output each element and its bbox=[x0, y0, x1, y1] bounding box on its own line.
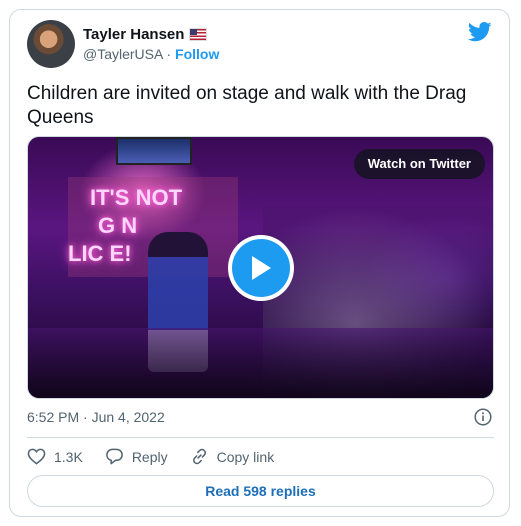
neon-line-2: G N bbox=[98, 213, 138, 238]
reply-label: Reply bbox=[131, 448, 168, 465]
handle-separator: · bbox=[166, 46, 172, 62]
divider bbox=[27, 437, 494, 438]
stage-floor bbox=[28, 328, 493, 398]
like-button[interactable]: 1.3K bbox=[27, 447, 83, 466]
read-replies-button[interactable]: Read 598 replies bbox=[27, 475, 494, 507]
author-handle[interactable]: @TaylerUSA bbox=[83, 46, 163, 62]
tweet-card: Tayler Hansen @TaylerUSA · Follow Childr… bbox=[9, 9, 510, 517]
author-avatar[interactable] bbox=[27, 20, 75, 68]
likes-count: 1.3K bbox=[54, 448, 83, 465]
author-display-name[interactable]: Tayler Hansen bbox=[83, 26, 184, 43]
play-icon bbox=[232, 239, 290, 297]
tweet-timestamp[interactable]: 6:52 PM · Jun 4, 2022 bbox=[27, 409, 165, 425]
link-icon bbox=[192, 448, 206, 465]
neon-line-3: LIC E! bbox=[68, 241, 132, 266]
neon-line-1: IT'S NOT bbox=[90, 185, 183, 210]
heart-icon bbox=[27, 448, 46, 465]
us-flag-icon bbox=[189, 28, 208, 41]
info-icon[interactable] bbox=[474, 408, 492, 426]
author-handle-row: @TaylerUSA · Follow bbox=[83, 46, 219, 62]
reply-button[interactable]: Reply bbox=[105, 447, 168, 466]
stage-screen bbox=[116, 137, 192, 165]
watch-on-twitter-button[interactable]: Watch on Twitter bbox=[353, 149, 485, 179]
tweet-actions: 1.3K Reply Copy link bbox=[27, 447, 296, 466]
copy-link-button[interactable]: Copy link bbox=[190, 447, 275, 466]
reply-icon bbox=[105, 448, 123, 465]
copy-link-label: Copy link bbox=[216, 448, 275, 465]
author-name-row[interactable]: Tayler Hansen bbox=[83, 26, 208, 43]
tweet-text: Children are invited on stage and walk w… bbox=[27, 83, 467, 128]
follow-button[interactable]: Follow bbox=[175, 46, 219, 62]
twitter-bird-icon[interactable] bbox=[468, 22, 492, 42]
video-thumbnail[interactable]: IT'S NOT G N LIC E! Watch on Twitter bbox=[27, 136, 494, 399]
play-button[interactable] bbox=[228, 235, 294, 301]
